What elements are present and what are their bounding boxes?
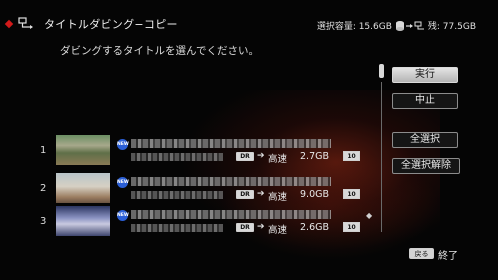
new-badge-icon: NEW <box>117 177 129 188</box>
marker-diamond-icon <box>4 19 14 29</box>
dubbing-speed: 高速 <box>268 192 288 203</box>
recording-mode-badge: DR <box>236 152 254 161</box>
title-thumbnail <box>56 173 110 203</box>
title-date-redacted <box>131 224 223 232</box>
arrow-right-icon: ➔ <box>257 189 265 199</box>
title-name-redacted <box>131 139 331 148</box>
title-thumbnail <box>56 135 110 165</box>
title-size: 2.6GB <box>300 222 329 233</box>
title-number: 3 <box>40 216 47 227</box>
cancel-button[interactable]: 中止 <box>392 93 458 109</box>
new-badge-icon: NEW <box>117 139 129 150</box>
title-row[interactable]: 2 NEW DR ➔ 高速 9.0GB 10 <box>0 173 370 203</box>
title-row[interactable]: 1 NEW DR ➔ 高速 2.7GB 10 <box>0 135 370 165</box>
scroll-indicator-icon: ◆ <box>366 211 373 220</box>
title-number: 1 <box>40 145 47 156</box>
page-title: タイトルダビング−コピー <box>44 18 178 31</box>
scrollbar-thumb[interactable] <box>379 64 384 78</box>
title-row[interactable]: 3 NEW DR ➔ 高速 2.6GB 10 <box>0 206 370 236</box>
execute-button[interactable]: 実行 <box>392 67 458 83</box>
recording-mode-badge: DR <box>236 190 254 199</box>
copy-count-icon: 10 <box>343 151 360 161</box>
header-title-row: タイトルダビング−コピー <box>4 16 178 32</box>
title-date-redacted <box>131 191 223 199</box>
select-all-button[interactable]: 全選択 <box>392 132 458 148</box>
title-number: 2 <box>40 183 47 194</box>
recording-mode-badge: DR <box>236 223 254 232</box>
dubbing-speed: 高速 <box>268 225 288 236</box>
exit-label: 終了 <box>438 251 458 262</box>
title-thumbnail <box>56 206 110 236</box>
copy-count-icon: 10 <box>343 222 360 232</box>
scroll-track-divider <box>381 82 382 232</box>
instruction-text: ダビングするタイトルを選んでください。 <box>60 45 259 57</box>
dubbing-speed: 高速 <box>268 154 288 165</box>
copy-count-icon: 10 <box>343 189 360 199</box>
back-key-icon[interactable]: 戻る <box>409 248 434 259</box>
hdd-to-disc-icon <box>395 20 424 31</box>
title-date-redacted <box>131 153 223 161</box>
title-name-redacted <box>131 177 331 186</box>
remaining-capacity: 残: 77.5GB <box>427 22 476 32</box>
arrow-right-icon: ➔ <box>257 151 265 161</box>
deselect-all-button[interactable]: 全選択解除 <box>392 158 460 174</box>
selected-capacity: 選択容量: 15.6GB <box>316 22 392 32</box>
title-name-redacted <box>131 210 331 219</box>
arrow-right-icon: ➔ <box>257 222 265 232</box>
capacity-info: 選択容量: 15.6GB 残: 77.5GB <box>317 19 476 32</box>
title-size: 9.0GB <box>300 189 329 200</box>
title-size: 2.7GB <box>300 151 329 162</box>
dubbing-icon <box>18 17 33 29</box>
new-badge-icon: NEW <box>117 210 129 221</box>
